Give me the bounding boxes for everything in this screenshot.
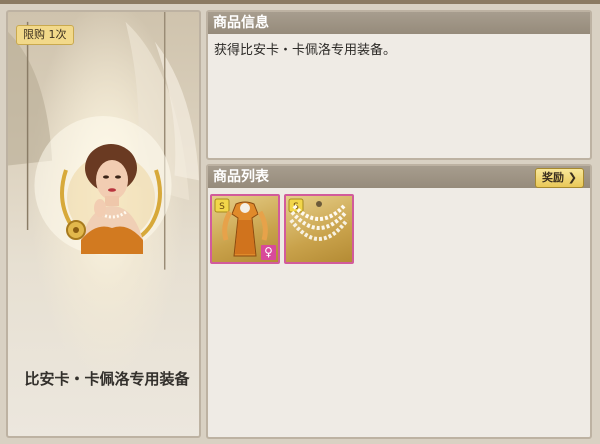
product-item-list: S ♀ S (210, 194, 354, 264)
item-slot-dress[interactable]: S ♀ (210, 194, 280, 264)
pearl-necklace-icon (289, 201, 349, 241)
product-info-header: 商品信息 (208, 12, 590, 34)
product-list-header: 商品列表 (213, 169, 269, 185)
character-portrait (56, 130, 166, 260)
product-list-panel: 商品列表 奖励 ❯ S ♀ S (206, 164, 592, 439)
product-card: 限购 1次 比安卡・卡佩洛专用装备 (6, 10, 201, 438)
product-info-panel: 商品信息 获得比安卡・卡佩洛专用装备。 (206, 10, 592, 160)
item-slot-necklace[interactable]: S (284, 194, 354, 264)
product-description: 获得比安卡・卡佩洛专用装备。 (214, 43, 397, 58)
item-title: 比安卡・卡佩洛专用装备 (24, 370, 190, 388)
reward-button[interactable]: 奖励 ❯ (534, 168, 584, 188)
top-border-strip (0, 0, 600, 4)
female-gender-icon: ♀ (261, 245, 276, 260)
purchase-limit-badge: 限购 1次 (16, 25, 74, 45)
product-list-header-bar: 商品列表 奖励 ❯ (208, 166, 590, 188)
